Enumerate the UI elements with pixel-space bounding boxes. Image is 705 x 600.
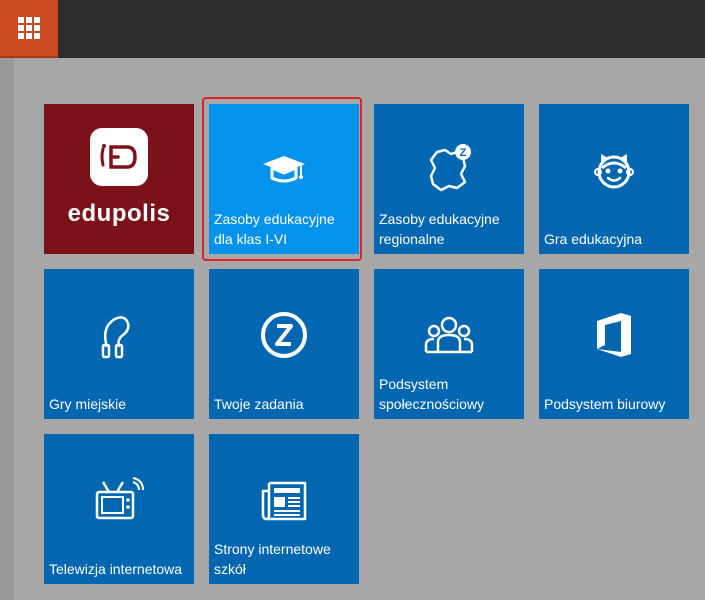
tile-label: Zasoby edukacyjne dla klas I-VI bbox=[214, 211, 335, 247]
tile-label: Telewizja internetowa bbox=[49, 561, 183, 577]
tile-your-tasks[interactable]: Twoje zadania bbox=[209, 269, 359, 419]
tile-edu-resources-1-6[interactable]: Zasoby edukacyjne dla klas I-VI bbox=[209, 104, 359, 254]
z-circle-icon bbox=[261, 312, 307, 358]
tile-label: Twoje zadania bbox=[214, 396, 304, 412]
tile-office-subsystem[interactable]: Podsystem biurowy bbox=[539, 269, 689, 419]
tile-edu-game[interactable]: Gra edukacyjna bbox=[539, 104, 689, 254]
tile-label: Podsystem społecznościowy bbox=[379, 376, 485, 412]
tv-icon bbox=[95, 477, 144, 520]
tile-label: Podsystem biurowy bbox=[544, 396, 666, 412]
jump-rope-icon bbox=[101, 316, 130, 359]
tile-city-games[interactable]: Gry miejskie bbox=[44, 269, 194, 419]
apps-menu-button[interactable] bbox=[0, 0, 58, 58]
panel-edge bbox=[0, 58, 14, 600]
top-bar bbox=[0, 0, 705, 58]
office-icon bbox=[597, 313, 631, 357]
people-group-icon bbox=[424, 316, 474, 354]
graduation-cap-icon bbox=[263, 156, 305, 183]
tile-label: Gra edukacyjna bbox=[544, 231, 643, 247]
tile-label: Zasoby edukacyjne regionalne bbox=[379, 211, 500, 247]
region-map-icon: Z bbox=[429, 144, 471, 192]
tile-internet-tv[interactable]: Telewizja internetowa bbox=[44, 434, 194, 584]
tile-label: Gry miejskie bbox=[49, 396, 127, 412]
tile-edupolis[interactable]: edupolis bbox=[44, 104, 194, 254]
edupolis-logo bbox=[90, 128, 148, 186]
edupolis-wordmark: edupolis bbox=[67, 200, 171, 227]
tile-edu-resources-regional[interactable]: Z Zasoby edukacyjne regionalne bbox=[374, 104, 524, 254]
newspaper-icon bbox=[261, 481, 307, 521]
grid-icon bbox=[18, 17, 40, 39]
child-face-icon bbox=[594, 154, 634, 189]
tile-school-websites[interactable]: Strony internetowe szkół bbox=[209, 434, 359, 584]
tile-social-subsystem[interactable]: Podsystem społecznościowy bbox=[374, 269, 524, 419]
svg-text:Z: Z bbox=[460, 147, 467, 159]
tile-label: Strony internetowe szkół bbox=[214, 541, 331, 577]
